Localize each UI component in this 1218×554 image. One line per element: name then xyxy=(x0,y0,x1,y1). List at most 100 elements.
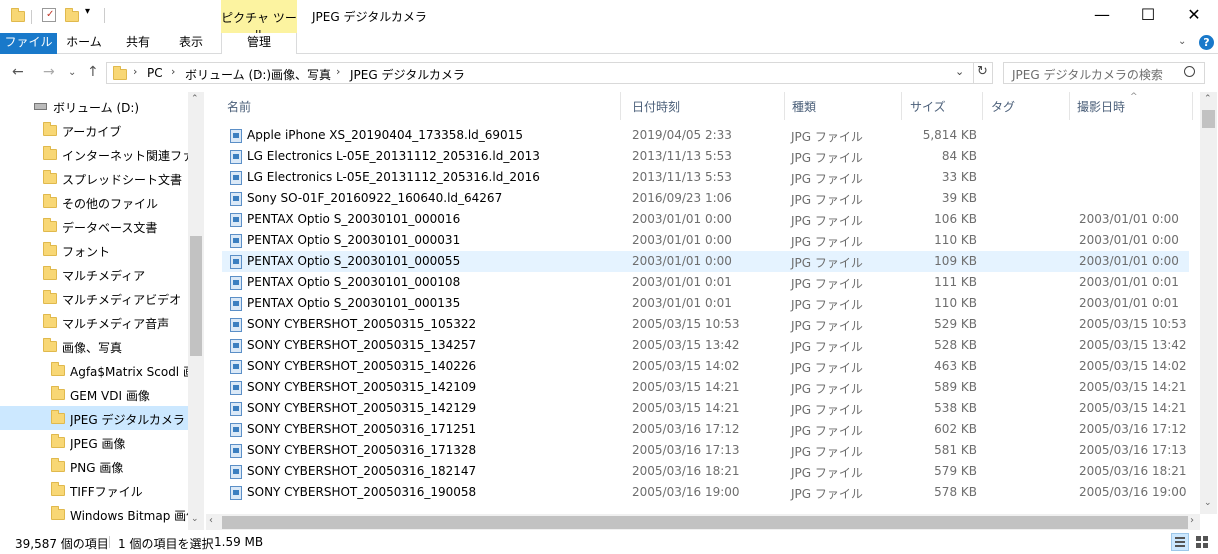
address-dropdown-icon[interactable]: ⌄ xyxy=(955,65,964,78)
file-size: 589 KB xyxy=(934,380,977,394)
recent-locations-icon[interactable]: ⌄ xyxy=(68,67,76,78)
file-row[interactable]: Apple iPhone XS_20190404_173358.ld_69015… xyxy=(222,125,1189,146)
help-icon[interactable]: ? xyxy=(1199,35,1214,50)
file-row[interactable]: SONY CYBERSHOT_20050316_171251 2005/03/16… xyxy=(222,419,1189,440)
minimize-icon[interactable]: — xyxy=(1079,0,1125,30)
nav-tree-item[interactable]: マルチメディアビデオ xyxy=(0,286,188,310)
file-row[interactable]: SONY CYBERSHOT_20050315_140226 2005/03/15… xyxy=(222,356,1189,377)
nav-tree-item[interactable]: PNG 画像 xyxy=(0,454,188,478)
new-folder-icon[interactable] xyxy=(65,8,79,22)
scroll-right-icon[interactable]: › xyxy=(1190,515,1194,526)
nav-tree-item[interactable]: マルチメディア xyxy=(0,262,188,286)
folder-icon xyxy=(43,314,57,328)
file-row[interactable]: PENTAX Optio S_20030101_000031 2003/01/01… xyxy=(222,230,1189,251)
nav-tree-item[interactable]: 画像、写真 xyxy=(0,334,188,358)
large-icons-view-icon[interactable] xyxy=(1193,533,1211,551)
up-icon[interactable]: ↑ xyxy=(87,64,99,80)
nav-tree-item[interactable]: その他のファイル xyxy=(0,190,188,214)
file-type: JPG ファイル xyxy=(791,361,863,375)
nav-tree-item[interactable]: Windows Bitmap 画像 xyxy=(0,502,188,526)
column-header-name[interactable]: 名前 xyxy=(227,98,251,115)
nav-tree-item[interactable]: マルチメディア音声 xyxy=(0,310,188,334)
scroll-down-icon[interactable]: ⌄ xyxy=(191,514,199,524)
column-separator[interactable] xyxy=(784,92,785,120)
nav-tree-item[interactable]: Agfa$Matrix Scodl 画像 xyxy=(0,358,188,382)
file-row[interactable]: SONY CYBERSHOT_20050316_182147 2005/03/16… xyxy=(222,461,1189,482)
breadcrumb-pc[interactable]: PC xyxy=(147,66,163,80)
address-bar[interactable]: › PC › ボリューム (D:) › 画像、写真 › JPEG デジタルカメラ… xyxy=(106,62,993,84)
column-separator[interactable] xyxy=(620,92,621,120)
file-name: PENTAX Optio S_20030101_000016 xyxy=(247,212,461,226)
scroll-up-icon[interactable]: ⌃ xyxy=(1204,94,1212,104)
file-row[interactable]: PENTAX Optio S_20030101_000055 2003/01/01… xyxy=(222,251,1189,272)
nav-tree-item[interactable]: JPEG デジタルカメラ xyxy=(0,406,188,430)
details-view-icon[interactable] xyxy=(1171,533,1189,551)
chevron-right-icon[interactable]: › xyxy=(171,65,175,78)
nav-tree-item[interactable]: データベース文書 xyxy=(0,214,188,238)
file-list-vertical-scrollbar[interactable]: ⌃ ⌄ xyxy=(1200,92,1217,514)
forward-icon[interactable]: → xyxy=(43,64,55,80)
tab-manage[interactable]: 管理 xyxy=(221,33,297,54)
column-separator[interactable] xyxy=(1069,92,1070,120)
column-separator[interactable] xyxy=(901,92,902,120)
file-row[interactable]: SONY CYBERSHOT_20050315_105322 2005/03/15… xyxy=(222,314,1189,335)
file-date-taken: 2005/03/15 10:53 xyxy=(1079,317,1187,331)
nav-tree-item[interactable]: フォント xyxy=(0,238,188,262)
search-input[interactable]: JPEG デジタルカメラの検索 xyxy=(1003,62,1205,84)
maximize-icon[interactable]: ☐ xyxy=(1125,0,1171,30)
column-separator[interactable] xyxy=(982,92,983,120)
refresh-icon[interactable]: ↻ xyxy=(977,64,988,79)
file-row[interactable]: LG Electronics L-05E_20131112_205316.ld_… xyxy=(222,167,1189,188)
properties-icon[interactable]: ✓ xyxy=(42,8,56,22)
tab-share[interactable]: 共有 xyxy=(115,33,161,54)
back-icon[interactable]: ← xyxy=(12,64,24,80)
file-row[interactable]: SONY CYBERSHOT_20050315_142129 2005/03/15… xyxy=(222,398,1189,419)
expand-ribbon-icon[interactable]: ⌄ xyxy=(1178,36,1186,47)
file-row[interactable]: PENTAX Optio S_20030101_000016 2003/01/01… xyxy=(222,209,1189,230)
column-header-date-taken[interactable]: 撮影日時 xyxy=(1077,98,1125,115)
column-header-size[interactable]: サイズ xyxy=(910,98,946,115)
nav-tree-item[interactable]: TIFFファイル xyxy=(0,478,188,502)
nav-tree-item[interactable]: インターネット関連ファイル xyxy=(0,142,188,166)
column-header-tags[interactable]: タグ xyxy=(991,98,1015,115)
vertical-scrollbar-thumb[interactable] xyxy=(1202,110,1215,128)
nav-tree-label: その他のファイル xyxy=(62,197,159,211)
column-header-date[interactable]: 日付時刻 xyxy=(632,98,680,115)
nav-tree-item[interactable]: GEM VDI 画像 xyxy=(0,382,188,406)
tab-view[interactable]: 表示 xyxy=(168,33,214,54)
file-row[interactable]: LG Electronics L-05E_20131112_205316.ld_… xyxy=(222,146,1189,167)
file-row[interactable]: SONY CYBERSHOT_20050315_142109 2005/03/15… xyxy=(222,377,1189,398)
file-row[interactable]: Sony SO-01F_20160922_160640.ld_64267 2016… xyxy=(222,188,1189,209)
file-row[interactable]: SONY CYBERSHOT_20050316_190058 2005/03/16… xyxy=(222,482,1189,503)
scroll-up-icon[interactable]: ⌃ xyxy=(191,94,199,104)
scroll-left-icon[interactable]: ‹ xyxy=(209,515,213,526)
close-icon[interactable]: ✕ xyxy=(1171,0,1217,30)
nav-tree-item[interactable]: スプレッドシート文書 xyxy=(0,166,188,190)
tab-home[interactable]: ホーム xyxy=(61,33,107,54)
chevron-right-icon[interactable]: › xyxy=(133,65,137,78)
nav-scrollbar-thumb[interactable] xyxy=(190,236,202,356)
search-icon[interactable] xyxy=(1184,66,1195,77)
nav-tree-item[interactable]: ボリューム (D:) xyxy=(0,94,188,118)
customize-quick-access-icon[interactable]: ▾ xyxy=(85,6,90,17)
chevron-right-icon[interactable]: › xyxy=(336,65,340,78)
horizontal-scrollbar-thumb[interactable] xyxy=(222,516,1188,529)
file-row[interactable]: SONY CYBERSHOT_20050316_171328 2005/03/16… xyxy=(222,440,1189,461)
file-row[interactable]: PENTAX Optio S_20030101_000135 2003/01/01… xyxy=(222,293,1189,314)
column-separator[interactable] xyxy=(1192,92,1193,120)
file-type: JPG ファイル xyxy=(791,151,863,165)
nav-tree-item[interactable]: JPEG 画像 xyxy=(0,430,188,454)
file-name: SONY CYBERSHOT_20050316_171251 xyxy=(247,422,477,436)
file-row[interactable]: SONY CYBERSHOT_20050315_134257 2005/03/15… xyxy=(222,335,1189,356)
breadcrumb-current[interactable]: JPEG デジタルカメラ xyxy=(350,66,465,83)
tab-file[interactable]: ファイル xyxy=(0,33,57,54)
scroll-down-icon[interactable]: ⌄ xyxy=(1204,498,1212,508)
breadcrumb-images[interactable]: 画像、写真 xyxy=(271,66,331,83)
file-date-taken: 2003/01/01 0:01 xyxy=(1079,296,1179,310)
file-date-taken: 2003/01/01 0:00 xyxy=(1079,254,1179,268)
column-header-type[interactable]: 種類 xyxy=(792,98,816,115)
nav-tree-item[interactable]: アーカイブ xyxy=(0,118,188,142)
chevron-right-icon[interactable]: › xyxy=(257,65,261,78)
file-date-taken: 2003/01/01 0:00 xyxy=(1079,212,1179,226)
file-row[interactable]: PENTAX Optio S_20030101_000108 2003/01/01… xyxy=(222,272,1189,293)
